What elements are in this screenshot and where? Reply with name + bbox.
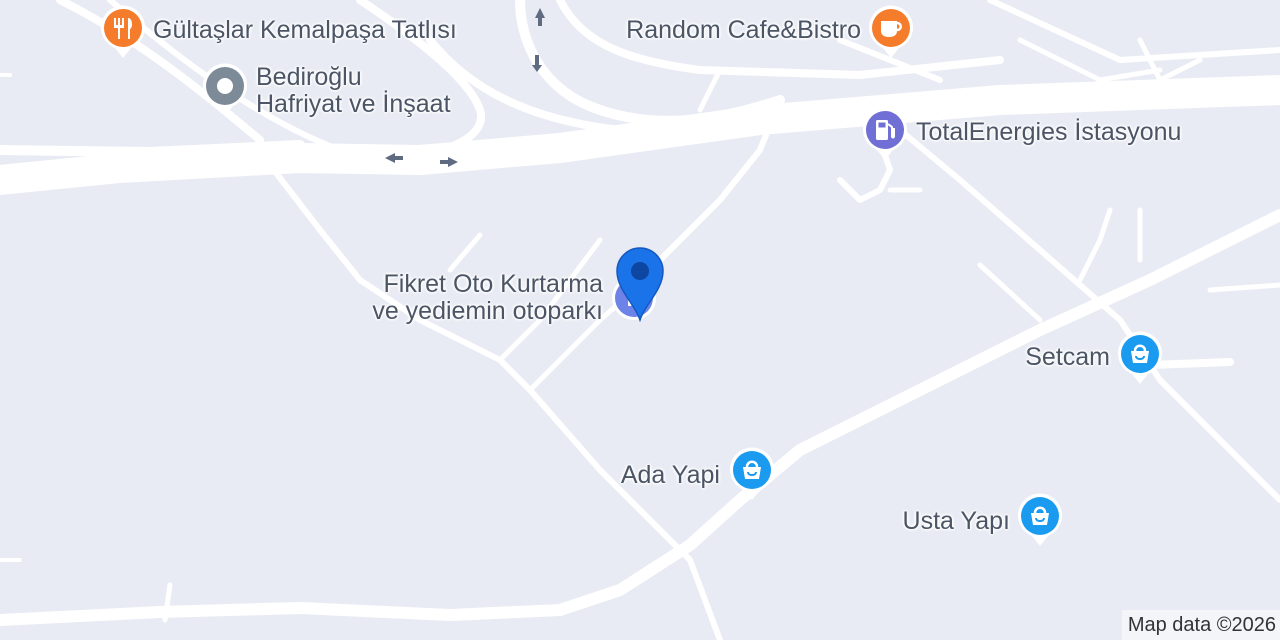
poi-label-gultaslar[interactable]: Gültaşlar Kemalpaşa Tatlısı	[153, 17, 457, 44]
poi-label-ada-yapi[interactable]: Ada Yapi	[621, 462, 720, 489]
shopping-bag-icon	[730, 447, 774, 500]
restaurant-pin[interactable]	[99, 4, 147, 60]
shopping-pin[interactable]	[1116, 330, 1164, 386]
poi-label-line1: Bediroğlu	[256, 63, 362, 91]
map-attribution[interactable]: Map data ©2026	[1121, 610, 1280, 640]
cafe-pin[interactable]	[867, 4, 915, 60]
shopping-pin[interactable]	[1016, 492, 1064, 548]
dot-icon	[203, 63, 247, 116]
shopping-bag-icon	[1118, 331, 1162, 384]
poi-label-usta-yapi[interactable]: Usta Yapı	[903, 508, 1010, 535]
shopping-pin[interactable]	[728, 446, 776, 502]
poi-label-fikret[interactable]: Fikret Oto Kurtarma ve yediemin otoparkı	[372, 271, 603, 325]
poi-label-line1: Fikret Oto Kurtarma	[383, 270, 604, 298]
shopping-bag-icon	[1018, 493, 1062, 546]
map-marker-icon	[616, 247, 664, 323]
fork-knife-icon	[101, 5, 145, 58]
poi-label-setcam[interactable]: Setcam	[1025, 344, 1110, 371]
poi-label-line2: Hafriyat ve İnşaat	[256, 90, 451, 118]
gas-station-pin[interactable]	[861, 106, 909, 162]
coffee-cup-icon	[869, 5, 913, 58]
poi-label-bediroglu[interactable]: Bediroğlu Hafriyat ve İnşaat	[256, 64, 451, 118]
generic-pin[interactable]	[201, 62, 249, 118]
poi-label-line2: ve yediemin otoparkı	[372, 297, 603, 325]
poi-label-totalenergies[interactable]: TotalEnergies İstasyonu	[916, 119, 1181, 146]
fuel-pump-icon	[863, 107, 907, 160]
selected-location-marker[interactable]	[613, 244, 667, 323]
poi-label-random-cafe[interactable]: Random Cafe&Bistro	[626, 17, 861, 44]
map-canvas[interactable]: Gültaşlar Kemalpaşa Tatlısı Random Cafe&…	[0, 0, 1280, 640]
